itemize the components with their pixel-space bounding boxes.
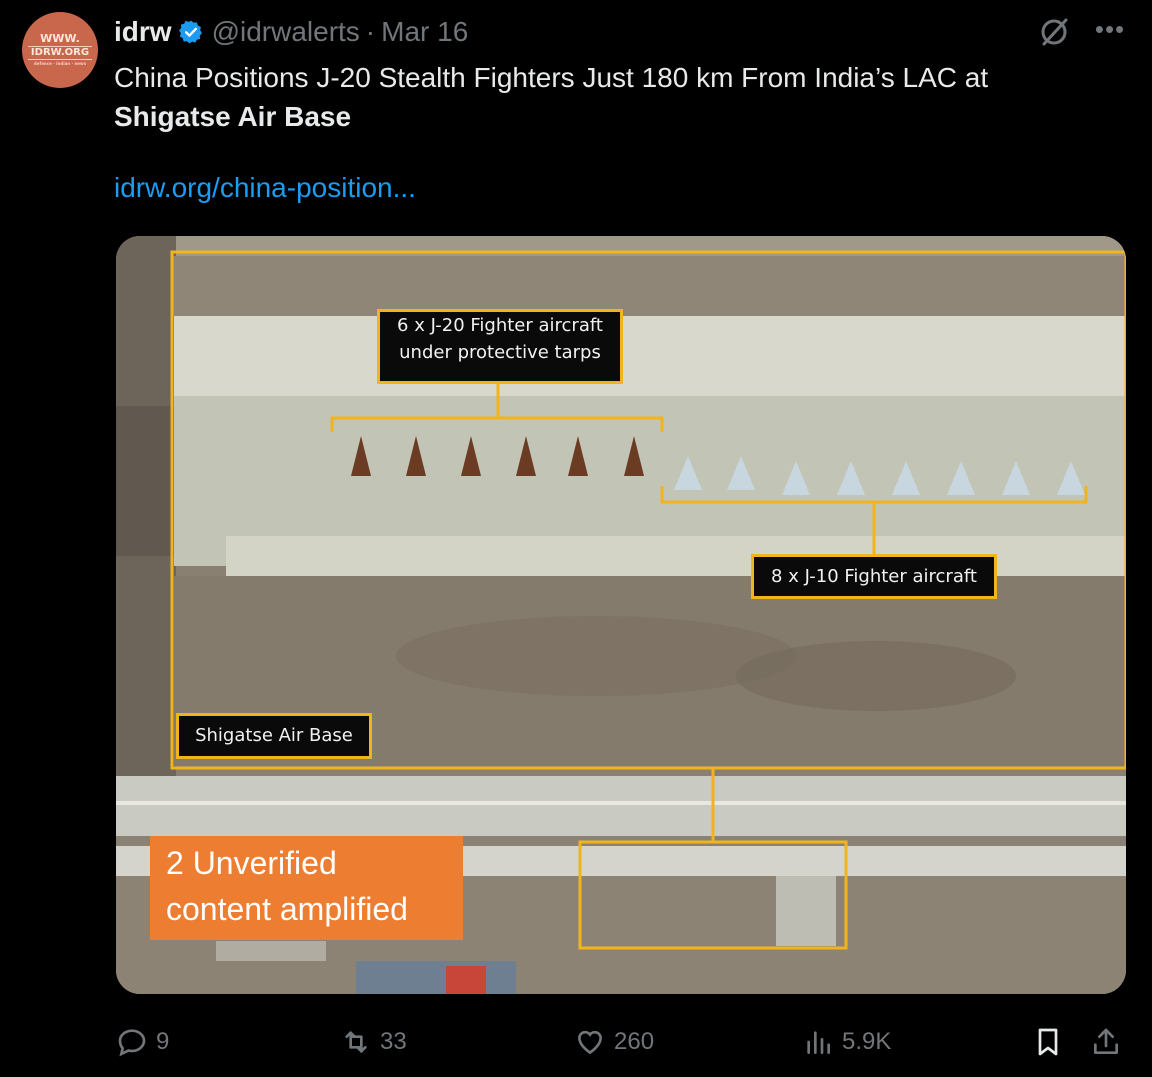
overlay-line2: content amplified	[166, 891, 408, 927]
reply-icon	[118, 1029, 146, 1057]
repost-count: 33	[380, 1028, 407, 1055]
share-button[interactable]	[1090, 1022, 1130, 1062]
j10-callout: 8 x J-10 Fighter aircraft	[751, 554, 997, 599]
repost-icon	[345, 1031, 367, 1053]
j10-callout-label: 8 x J-10 Fighter aircraft	[771, 566, 977, 587]
like-count: 260	[614, 1028, 655, 1055]
j20-callout-line2: under protective tarps	[399, 342, 601, 363]
reply-button[interactable]: 9	[116, 1022, 169, 1062]
base-callout: Shigatse Air Base	[176, 713, 372, 759]
views-button[interactable]: 5.9K	[802, 1022, 891, 1062]
avatar-text-line2: IDRW.ORG	[27, 45, 93, 61]
repost-button[interactable]: 33	[340, 1022, 407, 1062]
author-handle[interactable]: @idrwalerts	[212, 16, 360, 48]
share-icon	[1094, 1028, 1118, 1054]
bookmark-button[interactable]	[1032, 1022, 1072, 1062]
overlay-line1: 2 Unverified	[166, 845, 337, 881]
more-icon[interactable]: •••	[1092, 14, 1128, 50]
avatar-text-line1: WWW.	[40, 32, 80, 46]
tweet-text: China Positions J-20 Stealth Fighters Ju…	[114, 58, 1114, 136]
base-callout-label: Shigatse Air Base	[195, 725, 353, 746]
avatar[interactable]: WWW. IDRW.ORG defence · indian · news	[22, 12, 98, 88]
like-icon	[577, 1030, 603, 1055]
separator-dot: ·	[365, 16, 376, 47]
tweet-header: idrw @idrwalerts · Mar 16	[114, 14, 468, 50]
bookmark-icon	[1038, 1028, 1058, 1056]
j20-callout: 6 x J-20 Fighter aircraft under protecti…	[377, 309, 623, 384]
avatar-text-line3: defence · indian · news	[33, 61, 87, 67]
views-icon	[807, 1031, 830, 1054]
author-name[interactable]: idrw	[114, 16, 172, 48]
tweet-text-line1: China Positions J-20 Stealth Fighters Ju…	[114, 62, 989, 93]
views-count: 5.9K	[842, 1028, 892, 1055]
j20-callout-line1: 6 x J-20 Fighter aircraft	[397, 315, 603, 336]
unverified-content-overlay: 2 Unverified content amplified	[150, 836, 463, 940]
article-link[interactable]: idrw.org/china-position...	[114, 172, 416, 204]
tweet-date[interactable]: Mar 16	[381, 16, 468, 48]
like-button[interactable]: 260	[574, 1022, 654, 1062]
reply-count: 9	[156, 1028, 170, 1055]
verified-icon[interactable]	[178, 19, 204, 45]
grok-icon[interactable]	[1036, 14, 1072, 50]
tweet-text-bold: Shigatse Air Base	[114, 101, 352, 132]
